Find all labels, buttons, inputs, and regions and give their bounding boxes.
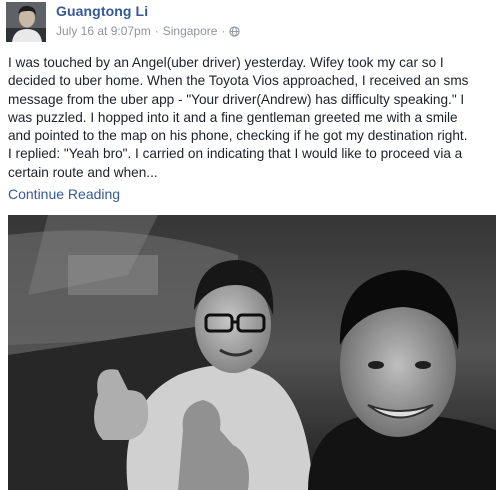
author-name[interactable]: Guangtong Li [56,3,148,19]
post-text-line: I was touched by an Angel(uber driver) y… [8,55,444,70]
post-text-line: I replied: "Yeah bro". I carried on indi… [8,146,463,162]
selfie-photo [8,215,496,490]
post-location[interactable]: Singapore [163,24,218,38]
meta-separator: · [154,24,159,38]
post-meta: July 16 at 9:07pm · Singapore · [56,24,241,38]
post-timestamp[interactable]: July 16 at 9:07pm [56,24,151,38]
post-text-line: was puzzled. I hopped into it and a fine… [8,109,458,125]
avatar-photo [6,2,46,42]
post-photo[interactable] [8,215,496,490]
post-text-line: decided to uber home. When the Toyota Vi… [8,73,469,89]
post-header: Guangtong Li July 16 at 9:07pm · Singapo… [0,0,504,50]
globe-icon[interactable] [229,25,241,37]
post-text-line: message from the uber app - "Your driver… [8,91,465,107]
post-text-line: certain route and when... [8,164,158,180]
continue-reading-link[interactable]: Continue Reading [8,186,120,202]
avatar[interactable] [6,2,46,42]
meta-separator-2: · [221,24,226,38]
post-text-line: and pointed to the map on his phone, che… [8,128,468,144]
post-body: I was touched by an Angel(uber driver) y… [8,54,500,182]
